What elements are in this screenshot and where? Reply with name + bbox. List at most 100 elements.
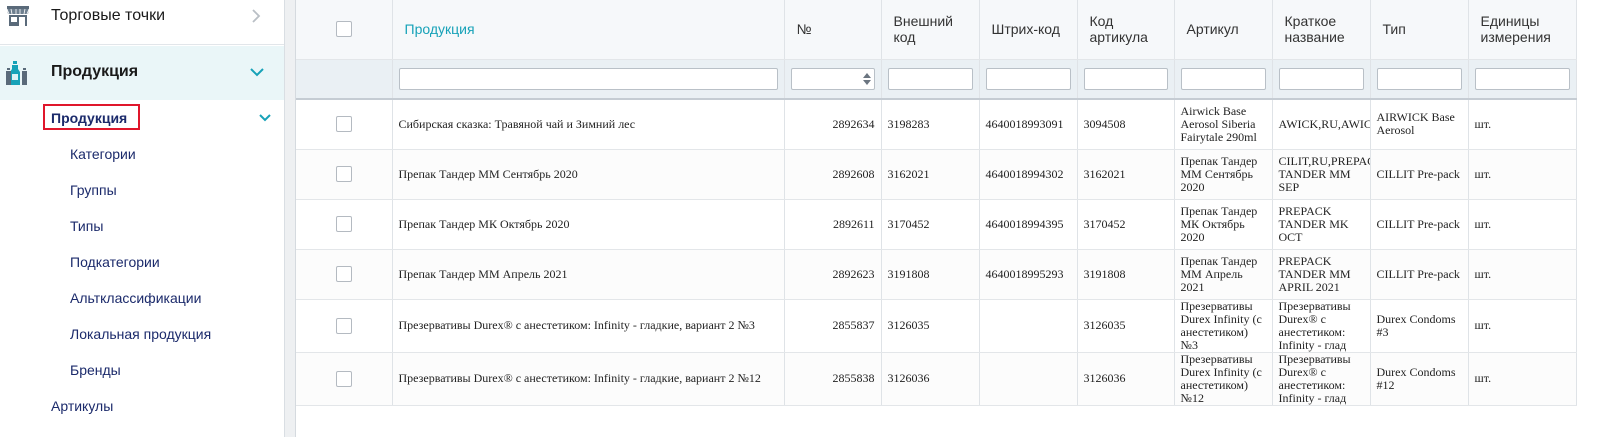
cell-product: Препак Тандер ММ Апрель 2021 <box>392 249 785 300</box>
sidebar-subsection-products[interactable]: Продукция <box>0 103 284 131</box>
cell-article: Препак Тандер МК Октябрь 2020 <box>1174 199 1273 250</box>
table-row[interactable]: Презервативы Durex® с анестетиком: Infin… <box>296 352 1577 406</box>
cell-article: Препак Тандер ММ Апрель 2021 <box>1174 249 1273 300</box>
cell-number: 2892623 <box>784 249 882 300</box>
cell-barcode: 4640018995293 <box>979 249 1078 300</box>
cell-number: 2855837 <box>784 299 882 353</box>
cell-number: 2855838 <box>784 352 882 406</box>
sidebar-item-local-products[interactable]: Локальная продукция <box>70 326 211 342</box>
cell-external-code: 3126036 <box>881 352 980 406</box>
row-checkbox[interactable] <box>335 266 352 282</box>
filter-cell-number <box>784 59 882 100</box>
cell-article: Airwick Base Aerosol Siberia Fairytale 2… <box>1174 99 1273 150</box>
cell-article: Презервативы Durex Infinity (с анестетик… <box>1174 299 1273 353</box>
sidebar-section-products[interactable]: Продукция <box>0 46 284 100</box>
filter-article-input[interactable] <box>1180 67 1266 90</box>
table-row[interactable]: Презервативы Durex® с анестетиком: Infin… <box>296 299 1577 353</box>
cell-number: 2892611 <box>784 199 882 250</box>
filter-cell-article-code <box>1077 59 1175 100</box>
store-icon <box>6 4 30 28</box>
row-select-cell <box>296 99 393 150</box>
cell-short-name: Презервативы Durex® с анестетиком: Infin… <box>1272 299 1371 353</box>
filter-cell-barcode <box>979 59 1078 100</box>
filter-barcode-input[interactable] <box>985 67 1071 90</box>
column-header-external-code[interactable]: Внешний код <box>881 0 980 60</box>
sidebar-item-brands[interactable]: Бренды <box>70 362 121 378</box>
cell-external-code: 3198283 <box>881 99 980 150</box>
filter-product-input[interactable] <box>398 67 778 90</box>
cell-article-code: 3191808 <box>1077 249 1175 300</box>
filter-cell-type <box>1370 59 1469 100</box>
cell-article-code: 3126035 <box>1077 299 1175 353</box>
filter-row <box>296 59 1577 100</box>
table-row[interactable]: Сибирская сказка: Травяной чай и Зимний … <box>296 99 1577 150</box>
cell-product: Препак Тандер МК Октябрь 2020 <box>392 199 785 250</box>
cell-product: Препак Тандер ММ Сентябрь 2020 <box>392 149 785 200</box>
sidebar-item-stores-label: Торговые точки <box>51 7 166 24</box>
sidebar-item-types[interactable]: Типы <box>70 218 103 234</box>
column-header-article[interactable]: Артикул <box>1174 0 1273 60</box>
cell-barcode <box>979 299 1078 353</box>
cell-type: Durex Condoms #12 <box>1370 352 1469 406</box>
column-header-short-name[interactable]: Краткое название <box>1272 0 1371 60</box>
cell-type: CILLIT Pre-pack <box>1370 149 1469 200</box>
chevron-right-icon <box>248 8 264 24</box>
cell-external-code: 3170452 <box>881 199 980 250</box>
filter-cell-external-code <box>881 59 980 100</box>
filter-external-code-input[interactable] <box>887 67 973 90</box>
products-table: Продукция № Внешний код Штрих-код Код ар… <box>296 0 1577 406</box>
row-select-cell <box>296 352 393 406</box>
filter-article-code-input[interactable] <box>1083 67 1168 90</box>
table-row[interactable]: Препак Тандер ММ Апрель 2021 2892623 319… <box>296 249 1577 300</box>
row-checkbox[interactable] <box>335 216 352 232</box>
table-row[interactable]: Препак Тандер ММ Сентябрь 2020 2892608 3… <box>296 149 1577 200</box>
filter-short-name-input[interactable] <box>1278 67 1364 90</box>
header-row: Продукция № Внешний код Штрих-код Код ар… <box>296 0 1577 60</box>
sidebar-item-categories[interactable]: Категории <box>70 146 136 162</box>
cell-product: Презервативы Durex® с анестетиком: Infin… <box>392 299 785 353</box>
select-all-checkbox[interactable] <box>335 21 352 38</box>
cell-type: CILLIT Pre-pack <box>1370 249 1469 300</box>
column-header-type[interactable]: Тип <box>1370 0 1469 60</box>
row-select-cell <box>296 249 393 300</box>
cell-number: 2892608 <box>784 149 882 200</box>
column-header-barcode[interactable]: Штрих-код <box>979 0 1078 60</box>
sidebar-item-stores[interactable]: Торговые точки <box>0 0 284 45</box>
cell-external-code: 3126035 <box>881 299 980 353</box>
column-header-units[interactable]: Единицы измерения <box>1468 0 1577 60</box>
chevron-down-icon <box>257 111 273 125</box>
cell-units: шт. <box>1468 352 1577 406</box>
filter-cell-units <box>1468 59 1577 100</box>
cell-units: шт. <box>1468 99 1577 150</box>
filter-units-input[interactable] <box>1474 67 1570 90</box>
cell-product: Презервативы Durex® с анестетиком: Infin… <box>392 352 785 406</box>
sidebar-item-groups[interactable]: Группы <box>70 182 117 198</box>
row-checkbox[interactable] <box>335 317 352 334</box>
row-checkbox[interactable] <box>335 166 352 182</box>
sidebar-section-products-label: Продукция <box>51 63 139 80</box>
cell-short-name: PREPACK TANDER MK OCT <box>1272 199 1371 250</box>
sidebar-item-articles[interactable]: Артикулы <box>51 398 113 414</box>
panel-divider <box>285 0 295 437</box>
column-header-article-code[interactable]: Код артикула <box>1077 0 1175 60</box>
chevron-down-icon <box>248 64 266 80</box>
filter-type-input[interactable] <box>1376 67 1462 90</box>
row-select-cell <box>296 199 393 250</box>
sidebar-item-altclassifications[interactable]: Альтклассификации <box>70 290 201 306</box>
cell-barcode: 4640018994302 <box>979 149 1078 200</box>
sidebar-item-subcategories[interactable]: Подкатегории <box>70 254 160 270</box>
cell-article-code: 3126036 <box>1077 352 1175 406</box>
table-row[interactable]: Препак Тандер МК Октябрь 2020 2892611 31… <box>296 199 1577 250</box>
cell-short-name: AWICK,RU,AWIC <box>1272 99 1371 150</box>
cell-barcode <box>979 352 1078 406</box>
column-header-product[interactable]: Продукция <box>392 0 785 60</box>
spinner-icon[interactable] <box>862 71 872 87</box>
row-checkbox[interactable] <box>335 370 352 387</box>
filter-empty <box>296 59 393 100</box>
filter-number-wrapper <box>790 67 875 90</box>
column-header-number[interactable]: № <box>784 0 882 60</box>
row-checkbox[interactable] <box>335 116 352 133</box>
cell-external-code: 3191808 <box>881 249 980 300</box>
cell-units: шт. <box>1468 249 1577 300</box>
cell-article: Препак Тандер ММ Сентябрь 2020 <box>1174 149 1273 200</box>
